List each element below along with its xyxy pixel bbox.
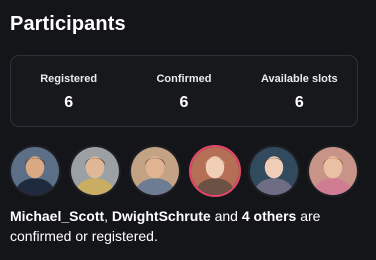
participant-4-avatar[interactable] xyxy=(189,145,241,197)
michael-scott-avatar[interactable] xyxy=(9,145,61,197)
others-count-link[interactable]: 4 others xyxy=(242,208,296,224)
participant-5-avatar[interactable] xyxy=(248,145,300,197)
stat-value: 6 xyxy=(179,94,189,111)
stat-label: Confirmed xyxy=(156,73,212,85)
stat-registered: Registered 6 xyxy=(11,56,126,126)
participant-avatars xyxy=(9,145,369,197)
stat-confirmed: Confirmed 6 xyxy=(126,56,241,126)
summary-separator: , xyxy=(104,208,112,224)
stat-value: 6 xyxy=(64,94,74,111)
participant-name-link[interactable]: DwightSchrute xyxy=(112,208,211,224)
jim-halpert-avatar[interactable] xyxy=(129,145,181,197)
dwight-schrute-avatar[interactable] xyxy=(69,145,121,197)
stat-available-slots: Available slots 6 xyxy=(242,56,357,126)
stat-label: Registered xyxy=(40,73,98,85)
stat-value: 6 xyxy=(294,94,304,111)
stats-card: Registered 6 Confirmed 6 Available slots… xyxy=(10,55,358,127)
stat-label: Available slots xyxy=(261,73,338,85)
pam-beesly-avatar[interactable] xyxy=(307,145,359,197)
page-title: Participants xyxy=(10,13,126,35)
participant-name-link[interactable]: Michael_Scott xyxy=(10,208,104,224)
summary-and: and xyxy=(210,208,242,224)
participants-summary: Michael_Scott, DwightSchrute and 4 other… xyxy=(10,206,360,246)
